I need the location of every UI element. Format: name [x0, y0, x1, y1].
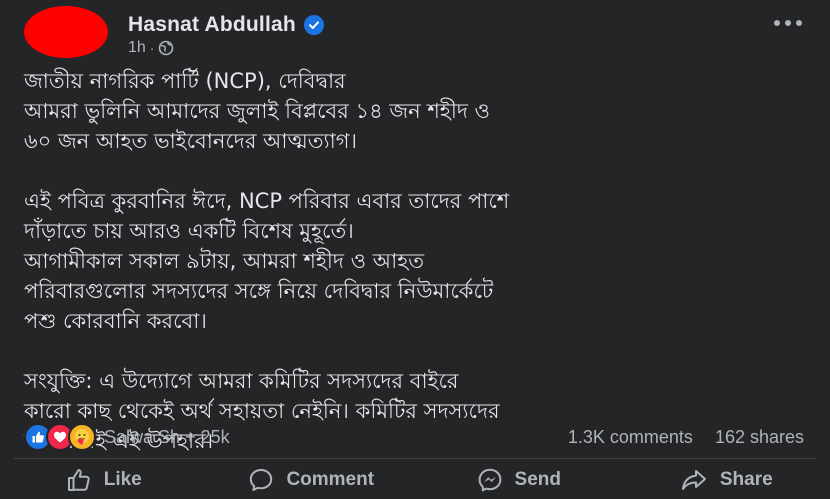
globe-icon[interactable]: [158, 40, 174, 56]
shares-count[interactable]: 162 shares: [715, 427, 804, 448]
reaction-summary[interactable]: Salwa Sh + 25k: [24, 423, 230, 451]
like-outline-icon: [67, 468, 90, 491]
comment-button[interactable]: Comment: [208, 460, 416, 499]
care-icon: [68, 423, 96, 451]
comment-label: Comment: [286, 468, 375, 490]
post-line: জাতীয় নাগরিক পার্টি (NCP), দেবিদ্বার: [24, 69, 346, 93]
post-card: Hasnat Abdullah 1h · জাতীয় নাগরিক পার্ট…: [0, 0, 830, 499]
engagement-counts: 1.3K comments 162 shares: [568, 427, 804, 448]
comments-count[interactable]: 1.3K comments: [568, 427, 693, 448]
post-line: ৬০ জন আহত ভাইবোনদের আত্মত্যাগ।: [24, 129, 357, 153]
comment-icon: [250, 468, 273, 491]
more-options-icon[interactable]: [768, 10, 808, 36]
share-label: Share: [719, 468, 773, 490]
post-line: দাঁড়াতে চায় আরও একটি বিশেষ মুহূর্তে।: [24, 219, 354, 243]
post-meta: 1h ·: [128, 38, 174, 58]
send-label: Send: [514, 468, 561, 490]
post-paragraph-1: জাতীয় নাগরিক পার্টি (NCP), দেবিদ্বার আম…: [24, 66, 814, 156]
post-line: কারো কাছ থেকেই অর্থ সহায়তা নেইনি। কমিটি…: [24, 399, 500, 423]
post-paragraph-2: এই পবিত্র কুরবানির ঈদে, NCP পরিবার এবার …: [24, 186, 814, 336]
author-name[interactable]: Hasnat Abdullah: [128, 13, 296, 37]
like-button[interactable]: Like: [0, 460, 208, 499]
share-button[interactable]: Share: [623, 460, 830, 499]
post-line: আগামীকাল সকাল ৯টায়, আমরা শহীদ ও আহত: [24, 249, 425, 273]
send-button[interactable]: Send: [415, 460, 623, 499]
post-line: আমরা ভুলিনি আমাদের জুলাই বিপ্লবের ১৪ জন …: [24, 99, 491, 123]
actions-divider: [14, 458, 816, 459]
post-actions-bar: Like Comment Send Share: [0, 460, 830, 499]
post-line: পরিবারগুলোর সদস্যদের সঙ্গে নিয়ে দেবিদ্ব…: [24, 279, 494, 303]
post-line: পশু কোরবানি করবো।: [24, 309, 207, 333]
post-line: সংযুক্তি: এ উদ্যোগে আমরা কমিটির সদস্যদের…: [24, 369, 459, 393]
post-line: এই পবিত্র কুরবানির ঈদে, NCP পরিবার এবার …: [24, 189, 510, 213]
meta-separator: ·: [149, 40, 155, 56]
like-label: Like: [103, 468, 142, 490]
reactors-summary[interactable]: Salwa Sh + 25k: [104, 427, 230, 448]
verified-badge-icon: [303, 15, 324, 35]
messenger-icon: [478, 468, 501, 491]
author-row: Hasnat Abdullah: [128, 12, 324, 38]
post-timestamp[interactable]: 1h: [128, 39, 146, 57]
share-icon: [681, 469, 706, 490]
avatar[interactable]: [24, 6, 108, 58]
